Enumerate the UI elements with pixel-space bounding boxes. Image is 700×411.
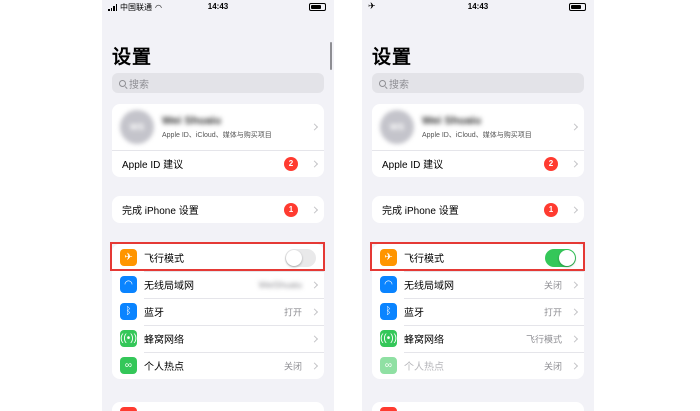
bluetooth-value: 打开 <box>283 307 302 317</box>
chevron-right-icon <box>310 123 319 131</box>
wifi-icon: ◠ <box>120 276 137 293</box>
finish-iphone-setup-row[interactable]: 完成 iPhone 设置 1 <box>372 196 584 223</box>
chevron-right-icon <box>570 205 579 214</box>
chevron-right-icon <box>570 123 579 131</box>
search-placeholder: 搜索 <box>129 79 149 91</box>
row-label: 蓝牙 <box>144 308 164 319</box>
next-group-peek <box>112 402 324 411</box>
chevron-right-icon <box>310 280 319 289</box>
chevron-right-icon <box>310 334 319 343</box>
status-bar: ✈ 14:43 <box>362 0 594 14</box>
avatar: WS <box>120 110 154 144</box>
finish-iphone-setup-row[interactable]: 完成 iPhone 设置 1 <box>112 196 324 223</box>
wifi-row[interactable]: ◠ 无线局域网 关闭 <box>372 271 584 298</box>
search-input[interactable]: 搜索 <box>372 73 584 93</box>
row-label: 蜂窝网络 <box>404 335 444 346</box>
search-input[interactable]: 搜索 <box>112 73 324 93</box>
hotspot-icon: ∞ <box>120 357 137 374</box>
profile-name: Wei Shuaiu <box>422 114 482 127</box>
cellular-row[interactable]: ((•)) 蜂窝网络 飞行模式 <box>372 325 584 352</box>
status-time: 14:43 <box>207 2 229 11</box>
notification-badge: 2 <box>284 156 298 171</box>
bluetooth-row[interactable]: ᛒ 蓝牙 打开 <box>112 298 324 325</box>
row-label: Apple ID 建议 <box>382 160 444 171</box>
row-label: 完成 iPhone 设置 <box>382 206 459 217</box>
phone-screen-airplane-off: 中国联通 ◠ 14:43 设置 搜索 WS Wei Shuaiu Apple I… <box>102 0 334 411</box>
account-group: WS Wei Shuaiu Apple ID、iCloud、媒体与购买项目 Ap… <box>372 104 584 177</box>
row-label: 个人热点 <box>144 362 184 373</box>
search-icon <box>379 79 386 87</box>
row-label: 蜂窝网络 <box>144 335 184 346</box>
profile-subtitle: Apple ID、iCloud、媒体与购买项目 <box>422 131 532 139</box>
row-label: Apple ID 建议 <box>122 160 184 171</box>
personal-hotspot-row[interactable]: ∞ 个人热点 关闭 <box>112 352 324 379</box>
wifi-row[interactable]: ◠ 无线局域网 WeiShuaiu <box>112 271 324 298</box>
next-group-peek <box>372 402 584 411</box>
finish-setup-group: 完成 iPhone 设置 1 <box>112 196 324 223</box>
search-icon <box>119 79 126 87</box>
apple-id-suggestion-row[interactable]: Apple ID 建议 2 <box>112 150 324 177</box>
chevron-right-icon <box>310 307 319 316</box>
bluetooth-value: 打开 <box>543 307 562 317</box>
battery-icon <box>309 3 326 11</box>
search-placeholder: 搜索 <box>389 79 409 91</box>
cellular-row[interactable]: ((•)) 蜂窝网络 <box>112 325 324 352</box>
page-title: 设置 <box>372 47 413 68</box>
highlight-box <box>110 242 325 271</box>
row-label: 完成 iPhone 设置 <box>122 206 199 217</box>
notification-badge: 1 <box>544 202 558 217</box>
profile-row[interactable]: WS Wei Shuaiu Apple ID、iCloud、媒体与购买项目 <box>112 104 324 150</box>
bluetooth-icon: ᛒ <box>380 303 397 320</box>
highlight-box <box>370 242 585 271</box>
chevron-right-icon <box>310 361 319 370</box>
chevron-right-icon <box>570 361 579 370</box>
chevron-right-icon <box>570 159 579 168</box>
row-label: 无线局域网 <box>404 281 454 292</box>
wifi-value: 关闭 <box>543 280 562 290</box>
scroll-indicator[interactable] <box>330 42 332 70</box>
row-label: 个人热点 <box>404 362 444 373</box>
row-label: 蓝牙 <box>404 308 424 319</box>
chevron-right-icon <box>310 159 319 168</box>
bluetooth-row[interactable]: ᛒ 蓝牙 打开 <box>372 298 584 325</box>
chevron-right-icon <box>570 334 579 343</box>
finish-setup-group: 完成 iPhone 设置 1 <box>372 196 584 223</box>
page-title: 设置 <box>112 47 153 68</box>
phone-screen-airplane-on: ✈ 14:43 设置 搜索 WS Wei Shuaiu Apple ID、iCl… <box>362 0 594 411</box>
hotspot-value: 关闭 <box>283 361 302 371</box>
chevron-right-icon <box>570 280 579 289</box>
account-group: WS Wei Shuaiu Apple ID、iCloud、媒体与购买项目 Ap… <box>112 104 324 177</box>
cellular-value: 飞行模式 <box>525 334 562 344</box>
wifi-icon: ◠ <box>380 276 397 293</box>
wifi-network-value: WeiShuaiu <box>258 279 302 290</box>
notification-badge: 2 <box>544 156 558 171</box>
avatar: WS <box>380 110 414 144</box>
notification-badge: 1 <box>284 202 298 217</box>
profile-subtitle: Apple ID、iCloud、媒体与购买项目 <box>162 131 272 139</box>
personal-hotspot-row: ∞ 个人热点 关闭 <box>372 352 584 379</box>
status-time: 14:43 <box>467 2 489 11</box>
status-bar: 中国联通 ◠ 14:43 <box>102 0 334 14</box>
chevron-right-icon <box>310 205 319 214</box>
hotspot-icon: ∞ <box>380 357 397 374</box>
row-label: 无线局域网 <box>144 281 194 292</box>
battery-icon <box>569 3 586 11</box>
cellular-icon: ((•)) <box>120 330 137 347</box>
bluetooth-icon: ᛒ <box>120 303 137 320</box>
apple-id-suggestion-row[interactable]: Apple ID 建议 2 <box>372 150 584 177</box>
chevron-right-icon <box>570 307 579 316</box>
cellular-icon: ((•)) <box>380 330 397 347</box>
profile-name: Wei Shuaiu <box>162 114 222 127</box>
profile-row[interactable]: WS Wei Shuaiu Apple ID、iCloud、媒体与购买项目 <box>372 104 584 150</box>
hotspot-value: 关闭 <box>543 361 562 371</box>
